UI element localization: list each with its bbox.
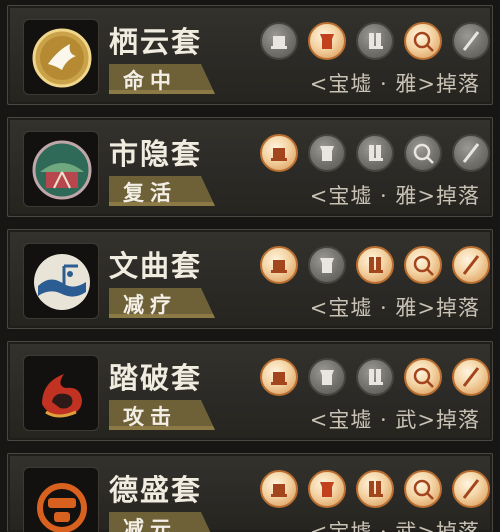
slot-pendant[interactable]	[404, 470, 442, 508]
slot-row	[260, 22, 490, 62]
set-card-tapo[interactable]: 踏破套 攻击 <宝墟 · 武>掉落	[7, 341, 493, 441]
robe-icon	[320, 370, 334, 385]
set-effect-plate: 减元	[109, 512, 215, 532]
robe-icon	[320, 482, 334, 497]
robe-icon	[320, 258, 334, 273]
drop-source-text: <宝墟 · 雅>掉落	[309, 184, 480, 208]
set-card-wenqu[interactable]: 文曲套 减疗 <宝墟 · 雅>掉落	[7, 229, 493, 329]
slot-blade[interactable]	[452, 246, 490, 284]
drop-source-text: <宝墟 · 雅>掉落	[309, 72, 480, 96]
drop-source-text: <宝墟 · 雅>掉落	[309, 296, 480, 320]
hat-icon	[271, 260, 287, 273]
slot-boots[interactable]	[356, 246, 394, 284]
slot-boots[interactable]	[356, 470, 394, 508]
set-emblem-frame[interactable]	[23, 355, 99, 431]
pendant-icon	[413, 255, 434, 276]
drop-source-text: <宝墟 · 武>掉落	[309, 408, 480, 432]
slot-row	[260, 358, 490, 398]
slot-hat[interactable]	[260, 358, 298, 396]
set-name: 市隐套	[109, 137, 203, 171]
slot-blade[interactable]	[452, 134, 490, 172]
slot-row	[260, 134, 490, 174]
slot-row	[260, 470, 490, 510]
slot-hat[interactable]	[260, 22, 298, 60]
slot-row	[260, 246, 490, 286]
set-effect-plate: 攻击	[109, 400, 215, 430]
robe-icon	[320, 34, 334, 49]
set-name: 栖云套	[109, 25, 203, 59]
slot-boots[interactable]	[356, 22, 394, 60]
set-emblem-frame[interactable]	[23, 131, 99, 207]
hat-icon	[271, 148, 287, 161]
blue-wave-scroll-icon	[34, 254, 90, 310]
slot-boots[interactable]	[356, 134, 394, 172]
set-effect-label: 命中	[123, 68, 177, 93]
blade-icon	[462, 479, 480, 499]
boots-icon	[369, 257, 383, 273]
set-effect-label: 减元	[123, 516, 177, 532]
city-gate-green-disc-icon	[32, 140, 92, 200]
set-name: 文曲套	[109, 249, 203, 283]
equipment-set-list: 栖云套 命中 <宝墟 · 雅>掉落 市隐套 复活 <宝墟 · 雅>掉落 文曲套 …	[0, 0, 500, 532]
slot-blade[interactable]	[452, 22, 490, 60]
slot-robe[interactable]	[308, 358, 346, 396]
set-card-shiyin[interactable]: 市隐套 复活 <宝墟 · 雅>掉落	[7, 117, 493, 217]
robe-icon	[320, 146, 334, 161]
slot-robe[interactable]	[308, 134, 346, 172]
blade-icon	[462, 31, 480, 51]
pendant-icon	[413, 367, 434, 388]
blade-icon	[462, 143, 480, 163]
slot-pendant[interactable]	[404, 246, 442, 284]
slot-blade[interactable]	[452, 470, 490, 508]
set-effect-label: 攻击	[123, 404, 177, 429]
slot-robe[interactable]	[308, 470, 346, 508]
red-flame-bird-icon	[42, 374, 82, 418]
slot-robe[interactable]	[308, 22, 346, 60]
blade-icon	[462, 367, 480, 387]
orange-coin-emblem-icon	[37, 483, 87, 532]
set-effect-label: 复活	[123, 180, 177, 205]
set-emblem-frame[interactable]	[23, 243, 99, 319]
slot-boots[interactable]	[356, 358, 394, 396]
set-emblem-frame[interactable]	[23, 19, 99, 95]
white-bird-gold-disc-icon	[32, 28, 92, 88]
slot-hat[interactable]	[260, 134, 298, 172]
pendant-icon	[413, 143, 434, 164]
hat-icon	[271, 372, 287, 385]
boots-icon	[369, 481, 383, 497]
slot-pendant[interactable]	[404, 358, 442, 396]
blade-icon	[462, 255, 480, 275]
set-name: 踏破套	[109, 361, 203, 395]
slot-hat[interactable]	[260, 470, 298, 508]
set-emblem-frame[interactable]	[23, 467, 99, 532]
set-effect-label: 减疗	[123, 292, 177, 317]
set-card-qiyun[interactable]: 栖云套 命中 <宝墟 · 雅>掉落	[7, 5, 493, 105]
slot-hat[interactable]	[260, 246, 298, 284]
slot-robe[interactable]	[308, 246, 346, 284]
slot-pendant[interactable]	[404, 22, 442, 60]
drop-source-text: <宝墟 · 武>掉落	[309, 520, 480, 532]
set-effect-plate: 复活	[109, 176, 215, 206]
boots-icon	[369, 369, 383, 385]
set-effect-plate: 减疗	[109, 288, 215, 318]
hat-icon	[271, 484, 287, 497]
set-card-desheng[interactable]: 德盛套 减元 <宝墟 · 武>掉落	[7, 453, 493, 532]
boots-icon	[369, 33, 383, 49]
hat-icon	[271, 36, 287, 49]
slot-blade[interactable]	[452, 358, 490, 396]
slot-pendant[interactable]	[404, 134, 442, 172]
set-name: 德盛套	[109, 473, 203, 507]
set-effect-plate: 命中	[109, 64, 215, 94]
pendant-icon	[413, 31, 434, 52]
pendant-icon	[413, 479, 434, 500]
boots-icon	[369, 145, 383, 161]
